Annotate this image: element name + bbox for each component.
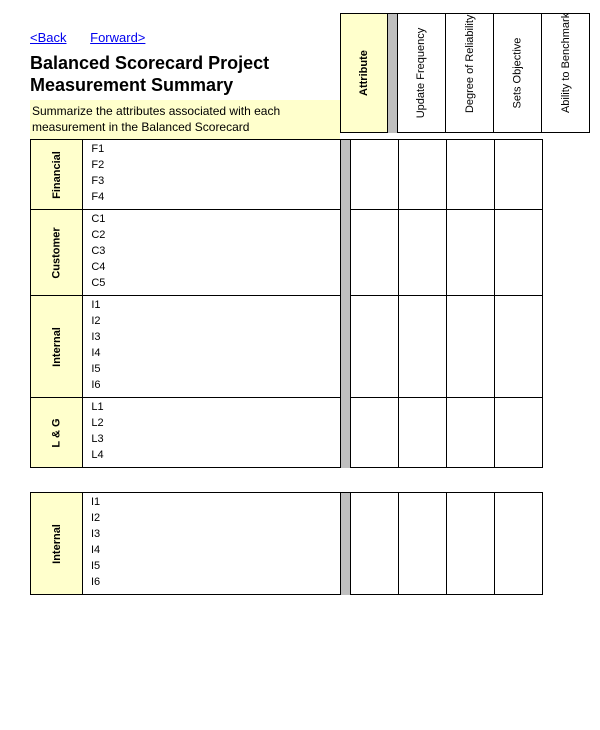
items-cell: I1I2I3I4I5I6 [83, 296, 341, 398]
back-link[interactable]: <Back [30, 30, 67, 45]
attr-cell [351, 140, 399, 210]
list-item: I2 [91, 314, 340, 330]
page-title: Balanced Scorecard Project Measurement S… [30, 53, 340, 96]
attr-cell [351, 296, 399, 398]
perspective-label: Internal [51, 327, 63, 367]
perspective-cell: Internal [31, 296, 83, 398]
attr-cell [447, 493, 495, 595]
items-cell: F1F2F3F4 [83, 140, 341, 210]
list-item: L4 [91, 448, 340, 464]
attr-cell [399, 210, 447, 296]
perspective-cell: Internal [31, 493, 83, 595]
list-item: I6 [91, 378, 340, 394]
attr-cell [351, 210, 399, 296]
main-table: FinancialF1F2F3F4CustomerC1C2C3C4C5Inter… [30, 139, 543, 468]
list-item: I6 [91, 575, 340, 591]
perspective-label: L & G [51, 418, 63, 447]
list-item: F1 [91, 142, 340, 158]
col-update-frequency-label: Update Frequency [415, 28, 427, 119]
attr-cell [495, 210, 543, 296]
gap-cell [341, 210, 351, 296]
attr-cell [447, 140, 495, 210]
list-item: I1 [91, 495, 340, 511]
attr-cell [495, 140, 543, 210]
list-item: I3 [91, 527, 340, 543]
attr-cell [495, 398, 543, 468]
spacer [30, 468, 600, 492]
attr-cell [447, 210, 495, 296]
attr-cell [351, 398, 399, 468]
second-table: Internal I1I2I3I4I5I6 [30, 492, 543, 595]
column-headers: Attribute Update Frequency Degree of Rel… [340, 13, 590, 133]
col-degree-reliability: Degree of Reliability [446, 13, 494, 133]
list-item: F2 [91, 158, 340, 174]
list-item: L1 [91, 400, 340, 416]
perspective-cell: Financial [31, 140, 83, 210]
list-item: C4 [91, 260, 340, 276]
title-block: Balanced Scorecard Project Measurement S… [30, 53, 340, 139]
list-item: C3 [91, 244, 340, 260]
col-update-frequency: Update Frequency [398, 13, 446, 133]
list-item: I4 [91, 346, 340, 362]
attr-cell [399, 140, 447, 210]
list-item: L2 [91, 416, 340, 432]
table-row: Customer C1C2C3C4C5 [31, 210, 543, 296]
perspective-label: Customer [51, 227, 63, 278]
header-row: Balanced Scorecard Project Measurement S… [30, 53, 600, 139]
gap-cell [341, 398, 351, 468]
page: <Back Forward> Balanced Scorecard Projec… [0, 0, 600, 595]
table-row: Financial F1F2F3F4 [31, 140, 543, 210]
list-item: C2 [91, 228, 340, 244]
attr-cell [495, 493, 543, 595]
attr-cell [399, 296, 447, 398]
col-attribute-label: Attribute [358, 50, 370, 96]
gap-column [388, 13, 398, 133]
items-cell: L1L2L3L4 [83, 398, 341, 468]
attr-cell [351, 493, 399, 595]
attr-cell [495, 296, 543, 398]
col-sets-objective: Sets Objective [494, 13, 542, 133]
table-row: Internal I1I2I3I4I5I6 [31, 296, 543, 398]
list-item: I1 [91, 298, 340, 314]
col-ability-benchmark-label: Ability to Benchmark [559, 33, 571, 113]
col-sets-objective-label: Sets Objective [511, 38, 523, 109]
gap-cell [341, 493, 351, 595]
table-row: Internal I1I2I3I4I5I6 [31, 493, 543, 595]
col-degree-reliability-label: Degree of Reliability [463, 33, 475, 113]
perspective-cell: L & G [31, 398, 83, 468]
list-item: C5 [91, 276, 340, 292]
forward-link[interactable]: Forward> [90, 30, 145, 45]
list-item: L3 [91, 432, 340, 448]
attr-cell [447, 398, 495, 468]
attr-cell [399, 398, 447, 468]
list-item: I5 [91, 559, 340, 575]
col-ability-benchmark: Ability to Benchmark [542, 13, 590, 133]
gap-cell [341, 296, 351, 398]
perspective-label: Internal [50, 524, 62, 564]
list-item: C1 [91, 212, 340, 228]
list-item: I4 [91, 543, 340, 559]
items-cell: C1C2C3C4C5 [83, 210, 341, 296]
list-item: F4 [91, 190, 340, 206]
list-item: I3 [91, 330, 340, 346]
col-attribute: Attribute [340, 13, 388, 133]
list-item: F3 [91, 174, 340, 190]
page-subtitle: Summarize the attributes associated with… [30, 100, 340, 139]
attr-cell [399, 493, 447, 595]
perspective-cell: Customer [31, 210, 83, 296]
attr-cell [447, 296, 495, 398]
list-item: I2 [91, 511, 340, 527]
gap-cell [341, 140, 351, 210]
table-row: L & G L1L2L3L4 [31, 398, 543, 468]
list-item: I5 [91, 362, 340, 378]
items-cell: I1I2I3I4I5I6 [83, 493, 341, 595]
perspective-label: Financial [51, 151, 63, 199]
